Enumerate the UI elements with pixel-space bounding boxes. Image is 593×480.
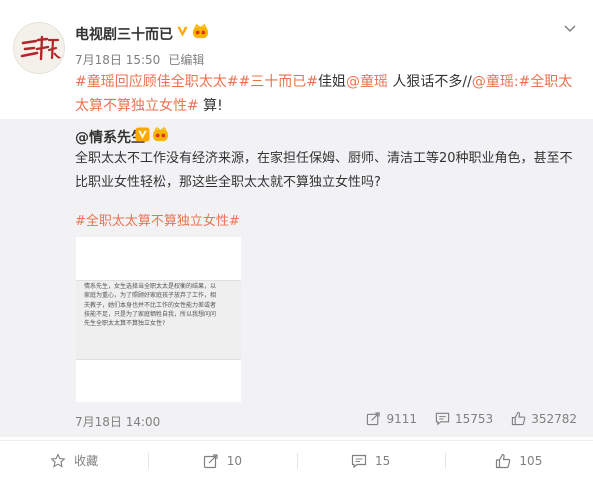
action-bar: 收藏 10 15 105: [0, 440, 593, 480]
edited-label[interactable]: 已编辑: [168, 53, 204, 67]
mention-link[interactable]: @童瑶: [472, 74, 514, 90]
post-meta: 7月18日 15:50 已编辑: [75, 51, 204, 68]
star-icon: [50, 452, 66, 468]
verified-icon: [135, 127, 150, 142]
repost-stats: 9111 15753 352782: [348, 411, 577, 426]
comment-button-count: 15: [374, 453, 391, 468]
favorite-label: 收藏: [74, 454, 99, 468]
comment-count-stat[interactable]: 15753: [435, 411, 493, 426]
repost-button-count: 10: [226, 453, 243, 468]
like-count: 352782: [531, 411, 577, 426]
post-date[interactable]: 7月18日 15:50: [75, 53, 160, 67]
repost-author-badges: [135, 127, 169, 142]
hashtag-link[interactable]: #三十而已#: [238, 74, 317, 90]
post-text-plain: 人狠话不多//: [387, 74, 472, 90]
comment-count: 15753: [455, 411, 494, 426]
repost-image-text: 情系先生，女生选择当全职太太是权衡的结果，以家庭为重心，为了照顾好家庭孩子放弃了…: [84, 283, 217, 328]
avatar-logo: [14, 23, 64, 73]
post-text-plain: 佳姐: [317, 74, 346, 90]
comment-icon: [435, 412, 450, 426]
repost-button[interactable]: 10: [148, 441, 296, 480]
like-button[interactable]: 105: [444, 441, 593, 480]
vip-icon: [153, 127, 168, 142]
repost-date[interactable]: 7月18日 14:00: [75, 413, 160, 430]
post-text-plain: 算!: [198, 98, 223, 114]
verified-icon: [175, 24, 190, 39]
author-badges: [175, 24, 209, 39]
like-icon: [512, 411, 526, 426]
post-text: #童瑶回应顾佳全职太太##三十而已#佳姐@童瑶 人狠话不多//@童瑶:#全职太太…: [75, 70, 575, 118]
chevron-down-icon[interactable]: [562, 20, 578, 36]
author-name[interactable]: 电视剧三十而已: [75, 24, 173, 44]
favorite-button[interactable]: 收藏: [0, 441, 148, 480]
repost-icon: [367, 412, 381, 426]
repost-icon: [203, 453, 218, 468]
like-count-stat[interactable]: 352782: [511, 411, 577, 426]
like-button-count: 105: [519, 453, 543, 468]
mention-link[interactable]: @童瑶: [346, 74, 388, 90]
repost-count-stat[interactable]: 9111: [366, 411, 417, 426]
vip-icon: [193, 24, 208, 39]
repost-count: 9111: [386, 411, 417, 426]
repost-hashtag[interactable]: #全职太太算不算独立女性#: [75, 210, 240, 229]
comment-icon: [351, 454, 367, 468]
repost-text: 全职太太不工作没有经济来源，在家担任保姆、厨师、清洁工等20种职业角色，甚至不比…: [75, 151, 573, 190]
repost-image[interactable]: 情系先生，女生选择当全职太太是权衡的结果，以家庭为重心，为了照顾好家庭孩子放弃了…: [76, 237, 241, 402]
weibo-card: 电视剧三十而已 7月18日 15:50 已编辑 #童瑶回应顾佳全职太太##三十而已…: [0, 0, 593, 480]
avatar[interactable]: [13, 22, 65, 74]
comment-button[interactable]: 15: [296, 441, 445, 480]
hashtag-link[interactable]: #童瑶回应顾佳全职太太#: [75, 74, 238, 90]
like-icon: [496, 453, 511, 468]
